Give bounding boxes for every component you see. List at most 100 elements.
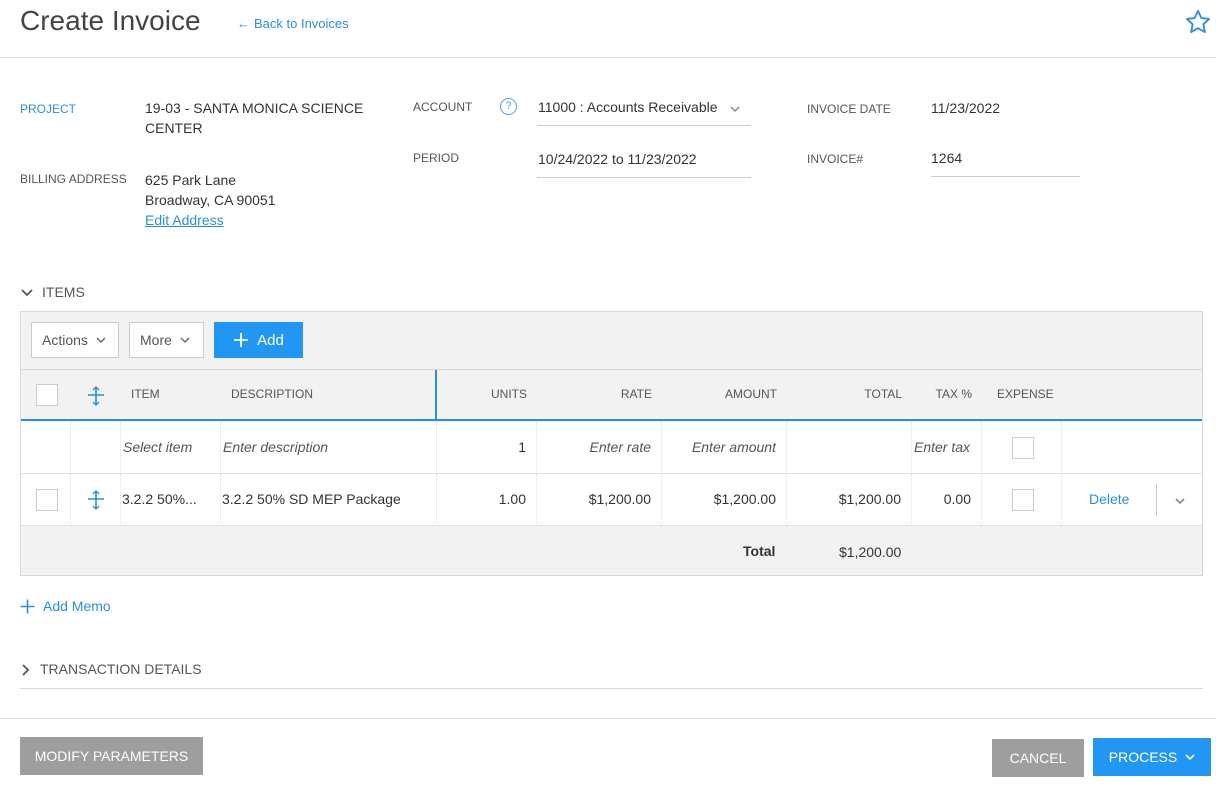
chevron-down-icon xyxy=(21,289,33,297)
cell-separator xyxy=(536,422,537,474)
footer-bar: MODIFY PARAMETERS CANCEL PROCESS xyxy=(0,718,1216,786)
cell-separator xyxy=(220,474,221,526)
amount-input[interactable]: Enter amount xyxy=(666,439,776,455)
back-link-label: Back to Invoices xyxy=(254,16,349,31)
billing-address: 625 Park Lane Broadway, CA 90051 Edit Ad… xyxy=(145,170,276,230)
expense-checkbox[interactable] xyxy=(1012,437,1034,459)
column-tax[interactable]: TAX % xyxy=(916,387,972,401)
expense-checkbox[interactable] xyxy=(1012,489,1034,511)
row-action-divider xyxy=(1156,484,1157,516)
column-rate[interactable]: RATE xyxy=(541,387,652,401)
total-value: $1,200.00 xyxy=(839,544,902,560)
account-label: ACCOUNT xyxy=(413,100,473,114)
column-total[interactable]: TOTAL xyxy=(791,387,902,401)
drag-handle-icon[interactable] xyxy=(86,490,106,510)
cell-separator xyxy=(120,474,121,526)
cell-separator xyxy=(786,474,787,526)
actions-label: Actions xyxy=(42,332,88,348)
project-value: 19-03 - SANTA MONICA SCIENCE CENTER xyxy=(145,98,363,138)
invoice-number-value[interactable]: 1264 xyxy=(931,148,962,168)
process-button[interactable]: PROCESS xyxy=(1093,738,1211,776)
cell-separator xyxy=(786,422,787,474)
items-total-row: Total $1,200.00 xyxy=(21,527,1202,575)
more-label: More xyxy=(140,332,172,348)
row-units[interactable]: 1.00 xyxy=(441,491,526,507)
row-rate[interactable]: $1,200.00 xyxy=(541,491,651,507)
page-title: Create Invoice xyxy=(20,5,201,36)
invoice-number-underline xyxy=(931,176,1080,177)
total-label: Total xyxy=(743,543,776,559)
star-icon[interactable] xyxy=(1184,8,1212,36)
cancel-button[interactable]: CANCEL xyxy=(992,739,1084,777)
column-description[interactable]: DESCRIPTION xyxy=(231,387,313,401)
row-total: $1,200.00 xyxy=(838,491,901,507)
back-to-invoices-link[interactable]: ← Back to Invoices xyxy=(237,16,349,31)
chevron-down-icon xyxy=(1185,754,1195,761)
new-item-row: Select item Enter description 1 Enter ra… xyxy=(21,422,1202,474)
description-input[interactable]: Enter description xyxy=(223,439,433,455)
cell-separator xyxy=(1061,422,1062,474)
row-tax[interactable]: 0.00 xyxy=(916,491,971,507)
cell-separator xyxy=(436,474,437,526)
chevron-right-icon xyxy=(22,664,30,676)
rate-input[interactable]: Enter rate xyxy=(541,439,651,455)
row-checkbox[interactable] xyxy=(36,489,58,511)
delete-row-link[interactable]: Delete xyxy=(1089,491,1129,507)
units-input[interactable]: 1 xyxy=(441,439,526,455)
items-table-header: ITEM DESCRIPTION UNITS RATE AMOUNT TOTAL… xyxy=(21,369,1202,421)
top-bar: Create Invoice ← Back to Invoices xyxy=(0,0,1216,58)
cell-separator xyxy=(70,474,71,526)
add-memo-label: Add Memo xyxy=(43,598,111,614)
account-select[interactable]: 11000 : Accounts Receivable xyxy=(537,97,751,127)
invoice-date-value[interactable]: 11/23/2022 xyxy=(931,98,1000,118)
cell-separator xyxy=(536,474,537,526)
project-value-line2: CENTER xyxy=(145,120,203,136)
divider xyxy=(20,688,1203,689)
column-expense[interactable]: EXPENSE xyxy=(997,387,1054,401)
project-value-line1: 19-03 - SANTA MONICA SCIENCE xyxy=(145,100,364,116)
back-arrow-icon: ← xyxy=(237,16,250,31)
billing-line1: 625 Park Lane xyxy=(145,172,237,188)
chevron-down-icon xyxy=(730,106,740,113)
billing-line2: Broadway, CA 90051 xyxy=(145,192,276,208)
cell-separator xyxy=(436,422,437,474)
modify-parameters-button[interactable]: MODIFY PARAMETERS xyxy=(20,737,203,775)
edit-address-link[interactable]: Edit Address xyxy=(145,210,276,230)
invoice-date-label: INVOICE DATE xyxy=(807,102,891,116)
transaction-details-toggle[interactable]: TRANSACTION DETAILS xyxy=(20,661,202,677)
row-description[interactable]: 3.2.2 50% SD MEP Package xyxy=(222,491,434,507)
billing-address-label: BILLING ADDRESS xyxy=(20,172,127,186)
select-all-checkbox[interactable] xyxy=(36,384,58,406)
add-item-button[interactable]: Add xyxy=(214,322,303,358)
chevron-down-icon xyxy=(96,337,106,343)
cell-separator xyxy=(220,422,221,474)
cell-separator xyxy=(661,422,662,474)
account-underline xyxy=(537,125,751,126)
transaction-details-label: TRANSACTION DETAILS xyxy=(40,661,202,677)
more-dropdown[interactable]: More xyxy=(129,322,204,358)
row-item[interactable]: 3.2.2 50%... xyxy=(122,491,218,507)
column-amount[interactable]: AMOUNT xyxy=(666,387,777,401)
process-label: PROCESS xyxy=(1108,749,1178,765)
actions-dropdown[interactable]: Actions xyxy=(31,322,119,358)
period-value[interactable]: 10/24/2022 to 11/23/2022 xyxy=(538,149,697,169)
item-select-input[interactable]: Select item xyxy=(123,439,219,455)
account-value: 11000 : Accounts Receivable xyxy=(538,99,718,115)
items-section-label: ITEMS xyxy=(42,284,85,300)
help-icon[interactable]: ? xyxy=(500,98,517,115)
frozen-column-divider[interactable] xyxy=(435,370,437,420)
period-label: PERIOD xyxy=(413,151,460,165)
drag-handle-icon xyxy=(88,386,104,406)
row-amount[interactable]: $1,200.00 xyxy=(666,491,776,507)
cell-separator xyxy=(911,422,912,474)
tax-input[interactable]: Enter tax xyxy=(914,439,972,455)
project-label: PROJECT xyxy=(20,102,77,116)
cell-separator xyxy=(911,474,912,526)
cell-separator xyxy=(661,474,662,526)
items-section-toggle[interactable]: ITEMS xyxy=(20,284,85,300)
add-memo-link[interactable]: Add Memo xyxy=(20,598,111,614)
cell-separator xyxy=(1061,474,1062,526)
chevron-down-icon[interactable] xyxy=(1173,494,1187,508)
column-units[interactable]: UNITS xyxy=(441,387,527,401)
column-item[interactable]: ITEM xyxy=(131,387,160,401)
